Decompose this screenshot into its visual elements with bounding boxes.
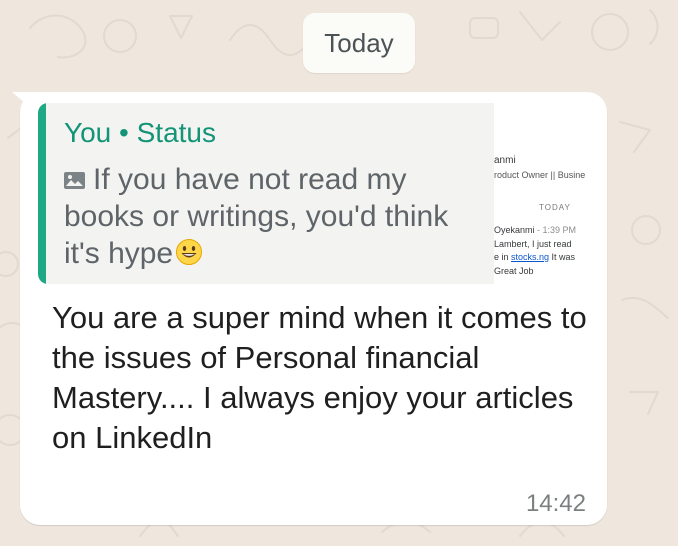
thumbnail-line-2-suffix: It was — [549, 252, 576, 262]
thumbnail-time: - 1:39 PM — [537, 225, 577, 235]
image-icon — [64, 161, 85, 189]
quote-text-block: If you have not read my books or writing… — [64, 161, 484, 272]
date-separator-label: Today — [324, 27, 394, 58]
thumbnail-line-3: Great Job — [494, 266, 534, 276]
image-icon-svg — [64, 172, 85, 189]
thumbnail-name: anmi — [494, 155, 516, 166]
thumbnail-title: roduct Owner || Busine — [494, 170, 586, 180]
thumbnail-today: TODAY — [539, 203, 571, 212]
thumbnail-line-1: Lambert, I just read — [494, 239, 572, 249]
grinning-face-svg — [176, 239, 203, 265]
message-timestamp: 14:42 — [525, 490, 586, 517]
grinning-face-icon — [175, 238, 203, 266]
quoted-status-preview[interactable]: You • Status If you have not read my boo… — [38, 103, 595, 284]
message-text: You are a super mind when it comes to th… — [52, 300, 587, 455]
quote-accent-bar — [38, 103, 46, 284]
thumbnail-sender-line: Oyekanmi - 1:39 PM — [494, 225, 576, 235]
status-thumbnail: anmi roduct Owner || Busine TODAY Oyekan… — [494, 103, 595, 284]
date-separator: Today — [303, 13, 415, 73]
quote-text: If you have not read my books or writing… — [64, 163, 449, 270]
thumbnail-line-2-prefix: e in — [494, 252, 512, 262]
thumbnail-link: stocks.ng — [511, 252, 550, 262]
quote-author: You • Status — [64, 117, 216, 148]
thumbnail-sender: Oyekanmi — [494, 225, 535, 235]
thumbnail-line-2: e in stocks.ng It was — [494, 252, 575, 262]
